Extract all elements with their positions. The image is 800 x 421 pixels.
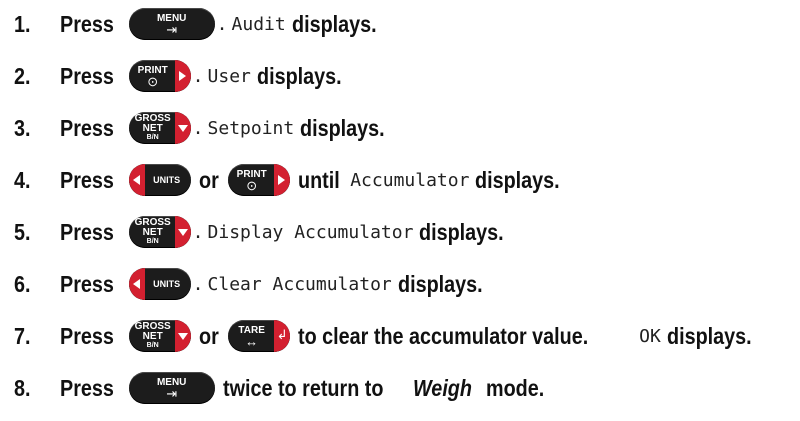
down-arrow-icon bbox=[177, 229, 188, 236]
tare-icon: ↔ bbox=[245, 333, 259, 349]
display-code: Clear Accumulator bbox=[207, 273, 392, 295]
left-arrow-icon bbox=[132, 175, 140, 185]
step-number: 1. bbox=[14, 10, 31, 37]
units-key-label: UNITS bbox=[153, 175, 181, 185]
mode-name: Weigh bbox=[413, 374, 473, 401]
step-7: 7. Press GROSS NET B/N or ↲ TARE ↔ to clear… bbox=[0, 316, 800, 356]
gross-net-key-button[interactable]: GROSS NET B/N bbox=[128, 320, 191, 352]
step-text: to clear the accumulator value. bbox=[297, 322, 588, 349]
step-number: 7. bbox=[14, 322, 31, 349]
period: . bbox=[192, 273, 204, 295]
step-text: displays. bbox=[256, 62, 342, 89]
step-4: 4. Press UNITS or PRINT ⊙ until Accumulat… bbox=[0, 160, 800, 200]
units-key-button[interactable]: UNITS bbox=[128, 164, 191, 196]
display-code: OK bbox=[639, 325, 661, 347]
bn-label: B/N bbox=[146, 238, 159, 245]
step-8: 8. Press MENU ⇥ twice to return to Weigh … bbox=[0, 368, 800, 408]
net-label: NET bbox=[142, 331, 163, 342]
period: . bbox=[192, 221, 204, 243]
display-code: User bbox=[207, 65, 251, 87]
print-icon: ⊙ bbox=[246, 177, 258, 193]
step-number: 8. bbox=[14, 374, 31, 401]
step-text: until bbox=[297, 166, 340, 193]
net-label: NET bbox=[142, 227, 163, 238]
period: . bbox=[192, 117, 204, 139]
step-3: 3. Press GROSS NET B/N . Setpoint displays… bbox=[0, 108, 800, 148]
step-5: 5. Press GROSS NET B/N . Display Accumulat… bbox=[0, 212, 800, 252]
menu-key-button[interactable]: MENU ⇥ bbox=[128, 372, 215, 404]
gross-net-key-button[interactable]: GROSS NET B/N bbox=[128, 112, 191, 144]
step-text: or bbox=[198, 322, 219, 349]
step-text: displays. bbox=[300, 114, 385, 141]
menu-exit-icon: ⇥ bbox=[166, 21, 178, 37]
step-text: displays. bbox=[419, 218, 505, 245]
step-text: displays. bbox=[666, 322, 752, 349]
menu-key-button[interactable]: MENU ⇥ bbox=[128, 8, 215, 40]
tare-key-button[interactable]: ↲ TARE ↔ bbox=[227, 320, 290, 352]
period: . bbox=[216, 13, 228, 35]
left-arrow-icon bbox=[132, 279, 140, 289]
display-code: Accumulator bbox=[350, 169, 470, 191]
print-key-button[interactable]: PRINT ⊙ bbox=[227, 164, 290, 196]
net-label: NET bbox=[142, 123, 163, 134]
step-text: Press bbox=[60, 322, 114, 349]
step-number: 2. bbox=[14, 62, 31, 89]
step-text: displays. bbox=[397, 270, 483, 297]
step-text: Press bbox=[60, 166, 114, 193]
step-text: twice to return to bbox=[222, 374, 384, 401]
step-text: Press bbox=[60, 218, 114, 245]
down-arrow-icon bbox=[177, 333, 188, 340]
menu-exit-icon: ⇥ bbox=[166, 385, 178, 401]
step-text: displays. bbox=[291, 10, 377, 37]
units-key-label: UNITS bbox=[153, 279, 181, 289]
print-key-button[interactable]: PRINT ⊙ bbox=[128, 60, 191, 92]
step-text: Press bbox=[60, 62, 114, 89]
step-text: displays. bbox=[475, 166, 561, 193]
display-code: Display Accumulator bbox=[207, 221, 414, 243]
step-text: Press bbox=[60, 114, 114, 141]
enter-icon: ↲ bbox=[276, 328, 288, 343]
down-arrow-icon bbox=[177, 125, 188, 132]
step-text: Press bbox=[60, 10, 114, 37]
step-text: mode. bbox=[485, 374, 545, 401]
bn-label: B/N bbox=[146, 342, 159, 349]
bn-label: B/N bbox=[146, 134, 159, 141]
period: . bbox=[192, 65, 204, 87]
step-number: 5. bbox=[14, 218, 31, 245]
right-arrow-icon bbox=[178, 71, 186, 81]
units-key-button[interactable]: UNITS bbox=[128, 268, 191, 300]
step-1: 1. Press MENU ⇥ . Audit displays. bbox=[0, 4, 800, 44]
step-text: or bbox=[198, 166, 219, 193]
step-number: 6. bbox=[14, 270, 31, 297]
step-2: 2. Press PRINT ⊙ . User displays. bbox=[0, 56, 800, 96]
display-code: Setpoint bbox=[207, 117, 295, 139]
right-arrow-icon bbox=[277, 175, 285, 185]
step-text: Press bbox=[60, 270, 114, 297]
step-6: 6. Press UNITS . Clear Accumulator displ… bbox=[0, 264, 800, 304]
gross-net-key-button[interactable]: GROSS NET B/N bbox=[128, 216, 191, 248]
display-code: Audit bbox=[231, 13, 286, 35]
print-icon: ⊙ bbox=[147, 73, 159, 89]
step-number: 4. bbox=[14, 166, 31, 193]
step-number: 3. bbox=[14, 114, 31, 141]
step-text: Press bbox=[60, 374, 114, 401]
